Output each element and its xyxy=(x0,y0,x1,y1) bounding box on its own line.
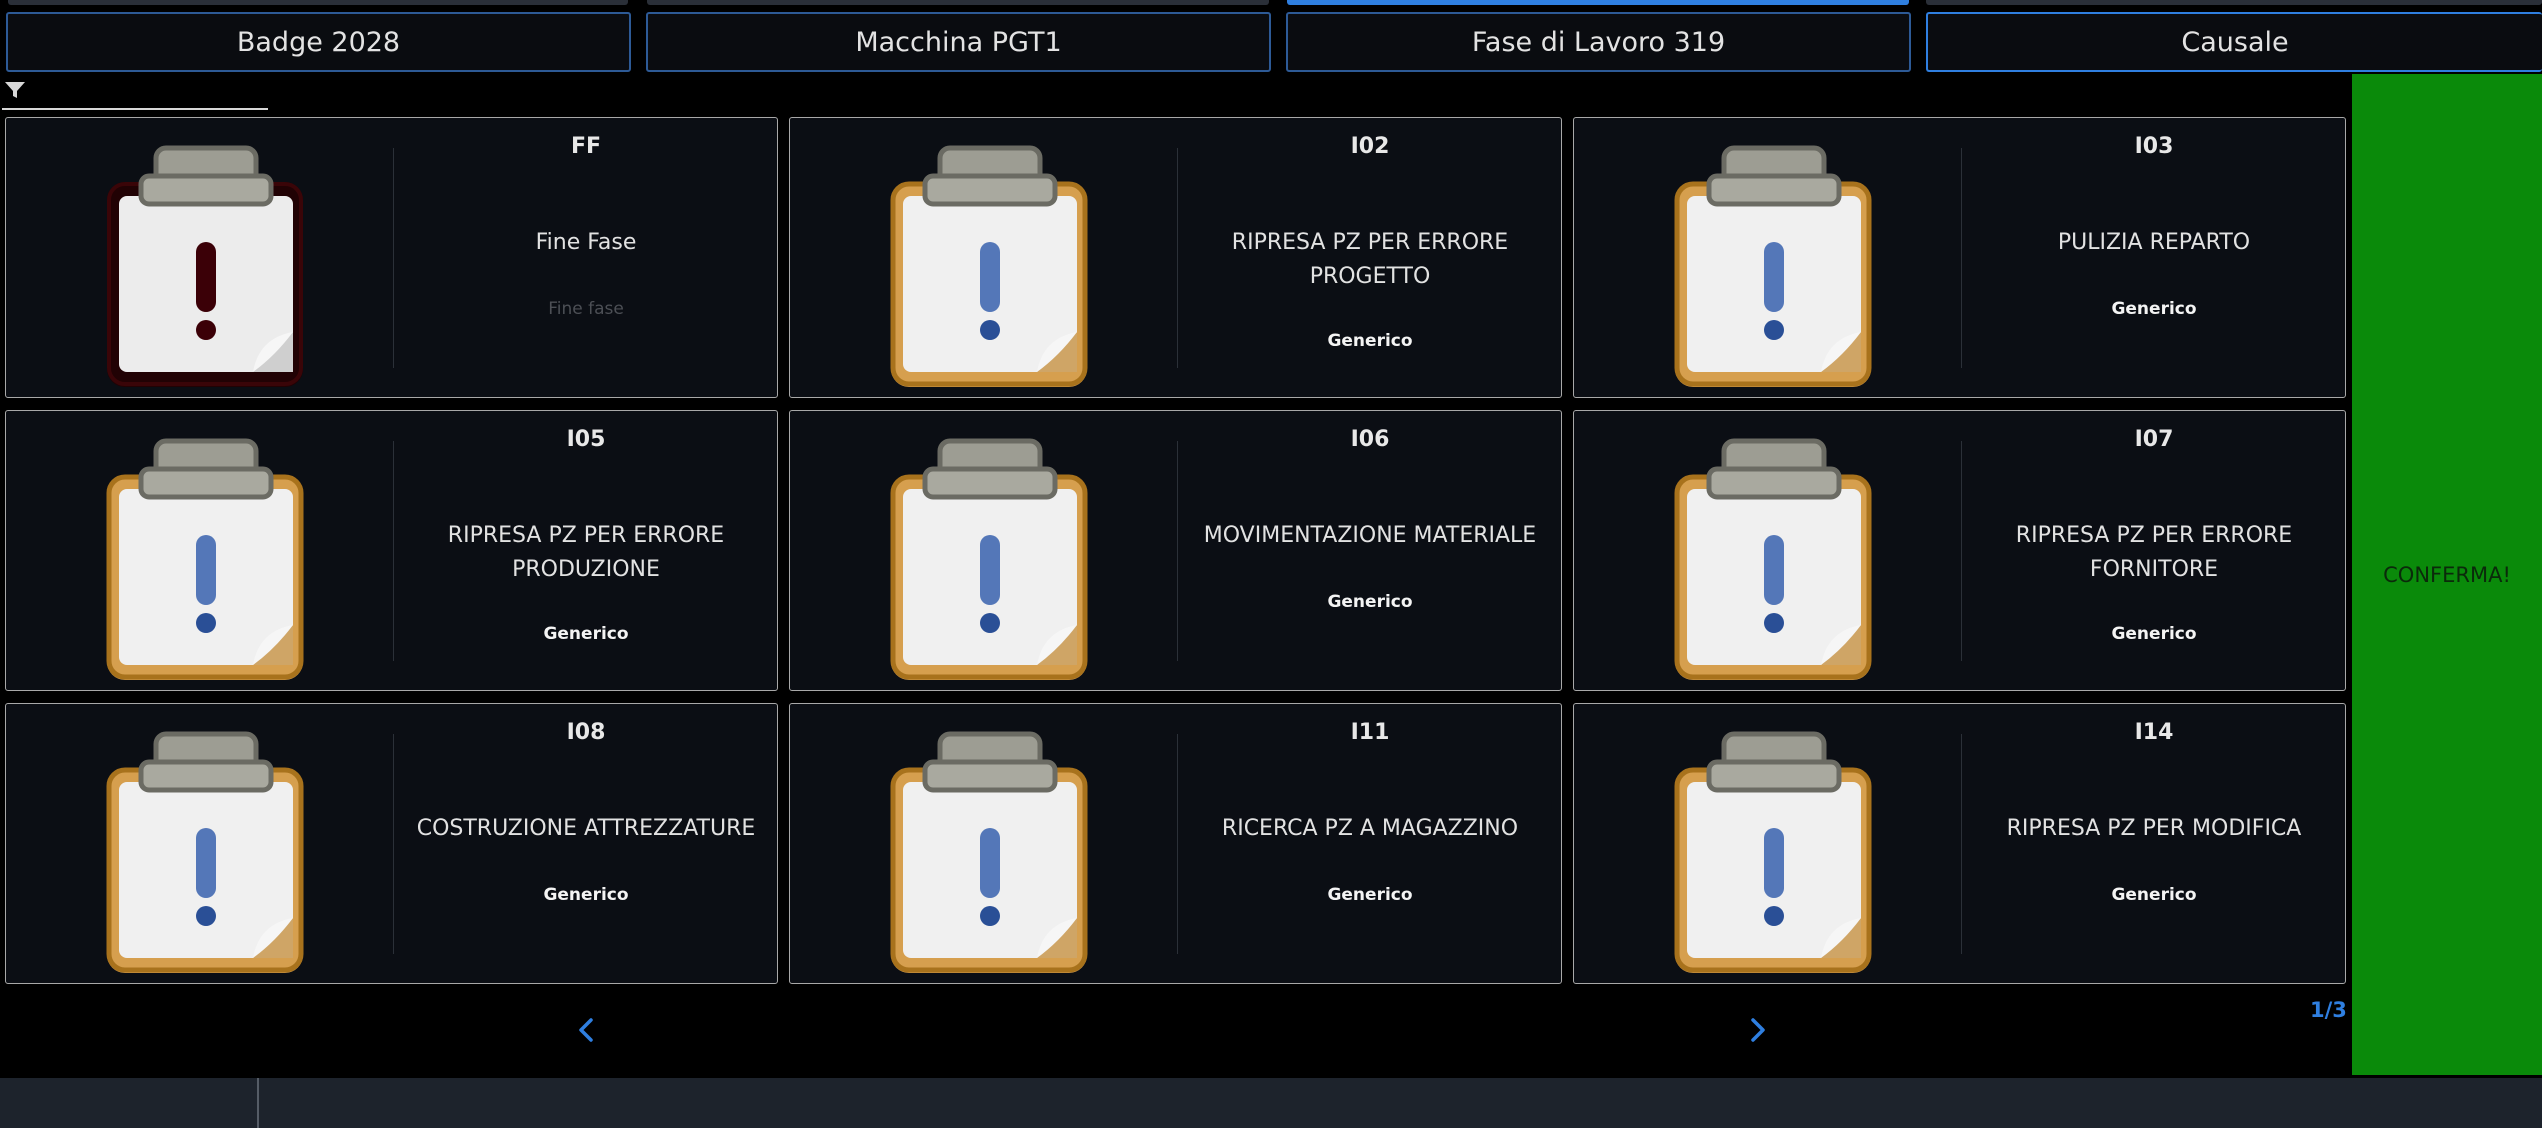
footer-bar xyxy=(0,1078,2542,1128)
card-separator xyxy=(1177,148,1178,368)
card-separator xyxy=(1961,148,1962,368)
chevron-left-icon xyxy=(579,1018,593,1042)
causale-type: Generico xyxy=(2111,624,2197,644)
causale-card-i11[interactable]: I11 RICERCA PZ A MAGAZZINO Generico xyxy=(789,703,1562,984)
causale-type: Generico xyxy=(2111,299,2197,319)
causale-code: I11 xyxy=(1350,720,1390,745)
causale-code: I14 xyxy=(2134,720,2174,745)
causale-type: Generico xyxy=(543,885,629,905)
confirm-label: CONFERMA! xyxy=(2383,562,2511,587)
causale-description: RIPRESA PZ PER MODIFICA xyxy=(2006,816,2302,841)
causale-code: I06 xyxy=(1350,427,1390,452)
card-separator xyxy=(1177,441,1178,661)
tab-label: Badge 2028 xyxy=(236,26,401,58)
top-tab-bar: Badge 2028 Macchina PGT1 Fase di Lavoro … xyxy=(0,0,2542,74)
clipboard-alert-icon xyxy=(1669,435,1879,685)
causale-card-i08[interactable]: I08 COSTRUZIONE ATTREZZATURE Generico xyxy=(5,703,778,984)
causale-code: I03 xyxy=(2134,134,2174,159)
causale-type: Fine fase xyxy=(548,299,624,319)
causale-description: RIPRESA PZ PER ERRORE xyxy=(447,523,725,548)
card-separator xyxy=(393,148,394,368)
causale-description-line2: PRODUZIONE xyxy=(512,557,660,582)
causale-description-line2: PROGETTO xyxy=(1309,264,1431,289)
tab-causale[interactable]: Causale xyxy=(1926,12,2542,72)
confirm-button[interactable]: CONFERMA! xyxy=(2352,74,2542,1075)
causale-type: Generico xyxy=(2111,885,2197,905)
causale-code: FF xyxy=(570,134,602,159)
tab-fase-lavoro[interactable]: Fase di Lavoro 319 xyxy=(1286,12,1911,72)
causale-card-i05[interactable]: I05 RIPRESA PZ PER ERRORE PRODUZIONE Gen… xyxy=(5,410,778,691)
card-separator xyxy=(1961,441,1962,661)
clipboard-alert-icon xyxy=(885,142,1095,392)
footer-right-panel xyxy=(2352,1078,2542,1128)
clipboard-alert-dark-icon xyxy=(101,142,311,392)
tab-macchina[interactable]: Macchina PGT1 xyxy=(646,12,1271,72)
causale-card-i07[interactable]: I07 RIPRESA PZ PER ERRORE FORNITORE Gene… xyxy=(1573,410,2346,691)
causale-type: Generico xyxy=(1327,592,1413,612)
causale-description: COSTRUZIONE ATTREZZATURE xyxy=(416,816,756,841)
tab-indicator xyxy=(1926,0,2542,5)
next-page-button[interactable] xyxy=(1738,1010,1778,1050)
page-indicator: 1/3 xyxy=(2310,998,2347,1022)
causale-card-i02[interactable]: I02 RIPRESA PZ PER ERRORE PROGETTO Gener… xyxy=(789,117,1562,398)
causale-code: I05 xyxy=(566,427,606,452)
causale-card-i14[interactable]: I14 RIPRESA PZ PER MODIFICA Generico xyxy=(1573,703,2346,984)
card-separator xyxy=(1961,734,1962,954)
causale-code: I07 xyxy=(2134,427,2174,452)
filter-icon[interactable] xyxy=(2,80,26,104)
clipboard-alert-icon xyxy=(1669,142,1879,392)
causale-card-i03[interactable]: I03 PULIZIA REPARTO Generico xyxy=(1573,117,2346,398)
clipboard-alert-icon xyxy=(101,728,311,978)
clipboard-alert-icon xyxy=(885,728,1095,978)
causale-type: Generico xyxy=(1327,331,1413,351)
causale-card-i06[interactable]: I06 MOVIMENTAZIONE MATERIALE Generico xyxy=(789,410,1562,691)
tab-indicator xyxy=(647,0,1269,5)
card-separator xyxy=(393,734,394,954)
tab-label: Causale xyxy=(2181,26,2289,58)
causale-code: I02 xyxy=(1350,134,1390,159)
causale-description: RIPRESA PZ PER ERRORE xyxy=(2015,523,2293,548)
card-separator xyxy=(393,441,394,661)
tab-indicator xyxy=(1287,0,1909,5)
clipboard-alert-icon xyxy=(101,435,311,685)
causale-type: Generico xyxy=(1327,885,1413,905)
causale-type: Generico xyxy=(543,624,629,644)
causale-description: RICERCA PZ A MAGAZZINO xyxy=(1221,816,1519,841)
card-separator xyxy=(1177,734,1178,954)
filter-input[interactable] xyxy=(2,76,268,110)
causale-card-ff[interactable]: FF Fine Fase Fine fase xyxy=(5,117,778,398)
tab-label: Fase di Lavoro 319 xyxy=(1471,26,1726,58)
clipboard-alert-icon xyxy=(885,435,1095,685)
causale-description-line2: FORNITORE xyxy=(2089,557,2219,582)
prev-page-button[interactable] xyxy=(566,1010,606,1050)
causale-description: PULIZIA REPARTO xyxy=(2057,230,2251,255)
footer-divider xyxy=(257,1078,259,1128)
causale-description: MOVIMENTAZIONE MATERIALE xyxy=(1203,523,1537,548)
tab-indicator xyxy=(8,0,628,5)
tab-label: Macchina PGT1 xyxy=(855,26,1062,58)
tab-badge[interactable]: Badge 2028 xyxy=(6,12,631,72)
causale-description: RIPRESA PZ PER ERRORE xyxy=(1231,230,1509,255)
chevron-right-icon xyxy=(1751,1018,1765,1042)
causale-description: Fine Fase xyxy=(535,230,637,255)
causale-code: I08 xyxy=(566,720,606,745)
clipboard-alert-icon xyxy=(1669,728,1879,978)
